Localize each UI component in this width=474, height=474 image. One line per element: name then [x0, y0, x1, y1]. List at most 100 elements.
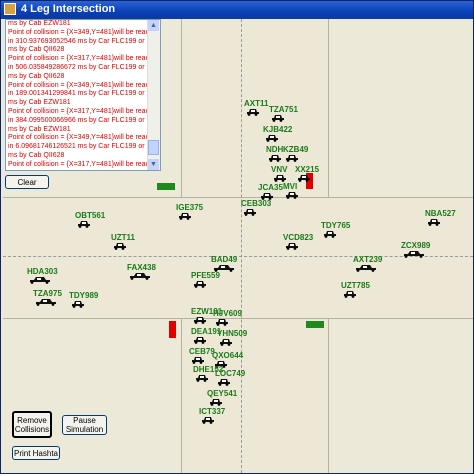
car-icon [286, 243, 298, 250]
log-line: Point of collision = {X=317,Y=481}will b… [8, 107, 161, 115]
cab-icon [404, 251, 424, 258]
scroll-thumb[interactable] [148, 140, 159, 155]
car-icon [220, 339, 232, 346]
car-icon [298, 175, 310, 182]
log-line: Point of collision = {X=349,Y=481}will b… [8, 134, 161, 142]
log-line: Point of collision = {X=349,Y=481}will b… [8, 81, 161, 89]
car-icon [194, 337, 206, 344]
car-icon [194, 281, 206, 288]
car-icon [72, 301, 84, 308]
log-line: ms by Cab QII628 [8, 72, 65, 80]
car-icon [274, 175, 286, 182]
pause-simulation-button[interactable]: Pause Simulation [62, 415, 107, 435]
vehicle-label: AXT239 [353, 255, 383, 264]
vehicle-label: KZB49 [283, 145, 309, 154]
signal-south-east [306, 321, 324, 328]
vehicle-label: XX215 [295, 165, 320, 174]
north-south-lane-divider [241, 19, 242, 473]
print-hashtable-button[interactable]: Print Hashta [12, 446, 60, 460]
vehicle-label: PFE559 [191, 271, 220, 280]
vehicle-label: TDY989 [69, 291, 99, 300]
car-icon [344, 291, 356, 298]
log-line: ms by Cab QII628 [8, 46, 65, 54]
car-icon [218, 379, 230, 386]
vehicle-label: NBA527 [425, 209, 456, 218]
title-bar[interactable]: 4 Leg Intersection [1, 1, 473, 19]
log-line: ms by Cab QII628 [8, 151, 65, 159]
car-icon [428, 219, 440, 226]
cab-icon [130, 273, 150, 280]
log-line: in 189.001341299841 ms by Car FLC199 or … [8, 90, 161, 98]
collision-log[interactable]: ms by Cab EZW181 Point of collision = {X=… [5, 19, 161, 171]
car-icon [324, 231, 336, 238]
window-title: 4 Leg Intersection [21, 3, 116, 15]
vehicle-label: QEY541 [207, 389, 238, 398]
car-icon [286, 155, 298, 162]
scroll-up-icon[interactable]: ▲ [148, 20, 159, 31]
car-icon [269, 155, 281, 162]
scroll-down-icon[interactable]: ▼ [148, 159, 159, 170]
intersection-canvas: ms by Cab EZW181 Point of collision = {X=… [3, 19, 473, 473]
clear-button[interactable]: Clear [5, 175, 49, 189]
vehicle-label: FAX438 [127, 263, 156, 272]
log-line: in 6.09681746126521 ms by Car FLC199 or … [8, 143, 161, 151]
signal-south-west [169, 321, 176, 338]
log-line: in 384.099500066966 ms by Car FLC199 or … [8, 116, 161, 124]
cab-icon [30, 277, 50, 284]
vehicle-label: ZCX989 [401, 241, 431, 250]
vehicle-label: YHN509 [217, 329, 248, 338]
vehicle-label: LOC749 [215, 369, 246, 378]
vehicle-label: OBT561 [75, 211, 106, 220]
vehicle-label: QXO644 [212, 351, 244, 360]
vehicle-label: IGE375 [176, 203, 204, 212]
car-icon [78, 221, 90, 228]
car-icon [196, 375, 208, 382]
cab-icon [356, 265, 376, 272]
vehicle-label: TZA751 [269, 105, 298, 114]
log-line: in 310.937693052546 ms by Car FLC199 or … [8, 37, 161, 45]
log-line: Point of collision = {X=317,Y=481}will b… [8, 160, 161, 168]
vehicle-label: UZT785 [341, 281, 370, 290]
log-scrollbar[interactable]: ▲ ▼ [147, 20, 160, 170]
log-line: Point of collision = {X=317,Y=481}will b… [8, 55, 161, 63]
log-line: in 201.194976222412 ms by Car FLC199 or … [8, 170, 160, 171]
vehicle-label: AXT11 [244, 99, 269, 108]
car-icon [244, 209, 256, 216]
collision-log-text: ms by Cab EZW181 Point of collision = {X=… [8, 20, 161, 171]
cab-icon [36, 299, 56, 306]
vehicle-label: BAD49 [211, 255, 238, 264]
signal-north-west [157, 183, 175, 190]
car-icon [192, 357, 204, 364]
log-line: ms by Cab EZW181 [8, 125, 71, 133]
log-line: in 506.035849286672 ms by Car FLC199 or … [8, 63, 161, 71]
vehicle-label: MVI [283, 182, 298, 191]
vehicle-label: JCA35 [258, 183, 283, 192]
car-icon [114, 243, 126, 250]
vehicle-label: UZT11 [111, 233, 136, 242]
vehicle-label: HJV609 [213, 309, 242, 318]
car-icon [286, 192, 298, 199]
log-line: Point of collision = {X=349,Y=481}will b… [8, 28, 161, 36]
car-icon [194, 317, 206, 324]
vehicle-label: VCD823 [283, 233, 314, 242]
vehicle-label: TZA975 [33, 289, 62, 298]
vehicle-label: ICT337 [199, 407, 226, 416]
car-icon [179, 213, 191, 220]
car-icon [210, 399, 222, 406]
vehicle-label: TDY765 [321, 221, 351, 230]
vehicle-label: HDA303 [27, 267, 58, 276]
log-line: ms by Cab EZW181 [8, 99, 71, 107]
app-window: 4 Leg Intersection ms by Cab EZW181 Point… [0, 0, 474, 474]
vehicle-label: CEB303 [241, 199, 272, 208]
car-icon [272, 115, 284, 122]
remove-collisions-button[interactable]: Remove Collisions [12, 411, 52, 438]
log-line: ms by Cab EZW181 [8, 20, 71, 27]
car-icon [247, 109, 259, 116]
vehicle-label: KJB422 [263, 125, 293, 134]
vehicle-label: NDH [266, 145, 284, 154]
car-icon [216, 319, 228, 326]
app-icon [4, 3, 16, 15]
vehicle-label: VNV [271, 165, 288, 174]
car-icon [266, 135, 278, 142]
car-icon [202, 417, 214, 424]
